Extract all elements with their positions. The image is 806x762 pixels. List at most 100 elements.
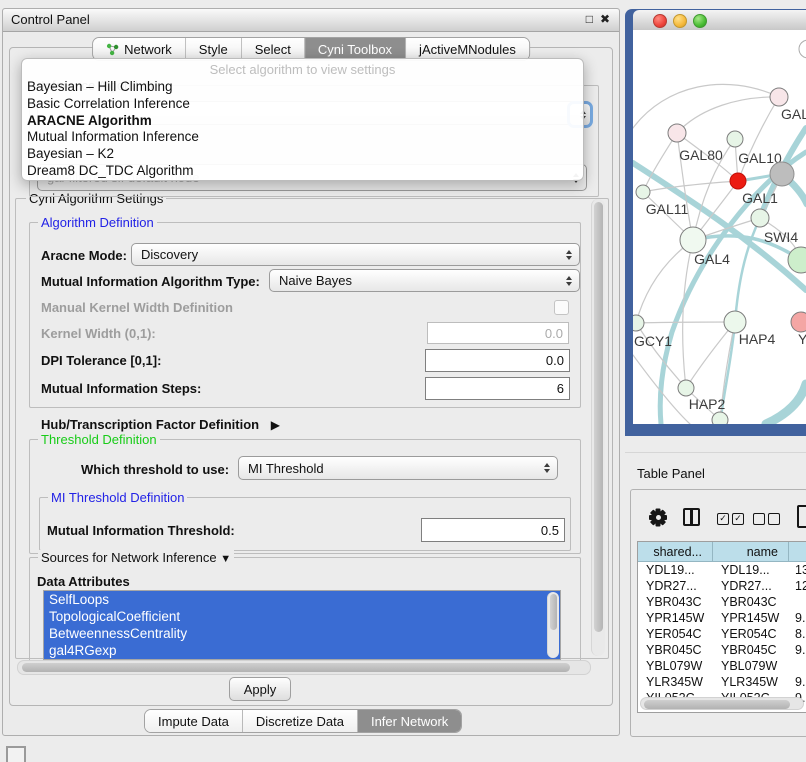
mi-type-combo[interactable]: Naive Bayes xyxy=(269,269,580,292)
node-label: GAL xyxy=(781,106,806,122)
manual-kernel-checkbox[interactable] xyxy=(554,300,569,315)
algorithm-option-list: Bayesian – Hill ClimbingBasic Correlatio… xyxy=(22,79,583,180)
table-row[interactable]: YBR043CYBR043C xyxy=(638,594,806,610)
collapsed-arrow-icon: ▶ xyxy=(271,418,280,432)
dpi-tolerance-field[interactable] xyxy=(425,349,570,372)
table-row[interactable]: YBL079WYBL079W xyxy=(638,658,806,674)
network-edge xyxy=(683,240,693,388)
tab-label: Style xyxy=(199,42,228,57)
table-hscrollbar-thumb[interactable] xyxy=(644,700,790,709)
algorithm-option[interactable]: Bayesian – K2 xyxy=(22,146,583,163)
network-node[interactable] xyxy=(636,185,650,199)
table-cell: YDL19... xyxy=(713,563,789,577)
select-all-checkboxes-icon[interactable]: ✓✓ xyxy=(717,513,744,525)
network-canvas[interactable]: GALGAL80GAL10GAL1SWI4GAL11GAL4GCY1HAP4YH… xyxy=(633,30,806,424)
tab-infer-network[interactable]: Infer Network xyxy=(358,710,461,732)
column-header[interactable]: name xyxy=(713,542,789,562)
network-node[interactable] xyxy=(680,227,706,253)
hub-definition-toggle[interactable]: Hub/Transcription Factor Definition ▶ xyxy=(41,417,280,432)
table-row[interactable]: YBR045CYBR045C9. xyxy=(638,642,806,658)
columns-icon[interactable] xyxy=(683,508,700,526)
tab-discretize-data[interactable]: Discretize Data xyxy=(243,710,358,732)
kernel-width-field[interactable] xyxy=(427,322,569,344)
close-traffic-light-icon[interactable] xyxy=(653,14,667,28)
panel-divider xyxy=(625,452,806,453)
network-node[interactable] xyxy=(712,412,728,424)
network-node[interactable] xyxy=(678,380,694,396)
table-hscrollbar[interactable] xyxy=(640,697,804,710)
aracne-mode-label: Aracne Mode: xyxy=(41,248,127,263)
algorithm-option[interactable]: Dream8 DC_TDC Algorithm xyxy=(22,163,583,180)
screen: Control Panel □ ✖ NetworkStyleSelectCyni… xyxy=(0,0,806,762)
sources-group-toggle[interactable]: Sources for Network Inference ▼ xyxy=(38,550,234,565)
settings-hscrollbar[interactable] xyxy=(17,660,591,675)
attribute-item-selected[interactable]: BetweennessCentrality xyxy=(44,625,560,642)
algorithm-option[interactable]: Mutual Information Inference xyxy=(22,129,583,146)
table-panel: ✓✓ shared...nameA YDL19...YDL19...13YDR2… xyxy=(630,489,806,737)
attribute-item-selected[interactable]: TopologicalCoefficient xyxy=(44,608,560,625)
zoom-traffic-light-icon[interactable] xyxy=(693,14,707,28)
aracne-mode-combo[interactable]: Discovery xyxy=(131,243,580,266)
attributes-scrollbar-thumb[interactable] xyxy=(550,594,557,630)
algorithm-option[interactable]: Basic Correlation Inference xyxy=(22,96,583,113)
close-icon[interactable]: ✖ xyxy=(600,12,610,26)
algorithm-option[interactable]: ARACNE Algorithm xyxy=(22,113,583,130)
network-node[interactable] xyxy=(791,312,806,332)
mi-threshold-field[interactable] xyxy=(421,518,565,542)
threshold-definition-title: Threshold Definition xyxy=(38,432,160,447)
attribute-item-selected[interactable]: gal4RGexp xyxy=(44,642,560,659)
tab-style[interactable]: Style xyxy=(186,38,242,60)
deselect-all-checkboxes-icon[interactable] xyxy=(753,513,780,525)
tab-label: Network xyxy=(124,42,172,57)
network-node[interactable] xyxy=(633,315,644,331)
table-row[interactable]: YLR345WYLR345W9. xyxy=(638,674,806,690)
network-icon xyxy=(106,43,119,56)
attributes-scrollbar[interactable] xyxy=(547,592,559,658)
manual-kernel-label: Manual Kernel Width Definition xyxy=(41,300,233,315)
tab-select[interactable]: Select xyxy=(242,38,305,60)
network-node[interactable] xyxy=(727,131,743,147)
network-node[interactable] xyxy=(788,247,806,273)
network-node[interactable] xyxy=(724,311,746,333)
settings-scrollbar[interactable] xyxy=(591,199,605,656)
apply-button[interactable]: Apply xyxy=(229,677,291,701)
table-cell: YPR145W xyxy=(638,611,713,625)
tab-network[interactable]: Network xyxy=(93,38,186,60)
tab-impute-data[interactable]: Impute Data xyxy=(145,710,243,732)
table-row[interactable]: YDR27...YDR27...12 xyxy=(638,578,806,594)
network-node[interactable] xyxy=(751,209,769,227)
table-row[interactable]: YDL19...YDL19...13 xyxy=(638,562,806,578)
tab-jactivemnodules[interactable]: jActiveMNodules xyxy=(406,38,529,60)
mi-steps-field[interactable] xyxy=(425,377,570,400)
attribute-item-selected[interactable]: SelfLoops xyxy=(44,591,560,608)
float-window-icon[interactable]: □ xyxy=(586,12,593,26)
network-node[interactable] xyxy=(668,124,686,142)
table-cell: YBL079W xyxy=(713,659,789,673)
network-edge xyxy=(643,181,738,192)
settings-hscrollbar-thumb[interactable] xyxy=(22,663,570,672)
gear-icon[interactable] xyxy=(649,508,667,526)
tab-cyni-toolbox[interactable]: Cyni Toolbox xyxy=(305,38,406,60)
network-node[interactable] xyxy=(770,162,794,186)
node-label: GAL1 xyxy=(742,190,778,206)
node-label: GAL80 xyxy=(679,147,723,163)
which-threshold-combo[interactable]: MI Threshold xyxy=(238,456,558,480)
network-node[interactable] xyxy=(770,88,788,106)
aracne-mode-value: Discovery xyxy=(141,247,198,262)
network-node[interactable] xyxy=(730,173,746,189)
column-header[interactable]: shared... xyxy=(638,542,713,562)
column-header[interactable]: A xyxy=(789,542,806,562)
table-row[interactable]: YPR145WYPR145W9. xyxy=(638,610,806,626)
minimize-traffic-light-icon[interactable] xyxy=(673,14,687,28)
kernel-width-label: Kernel Width (0,1): xyxy=(41,326,156,341)
network-edge xyxy=(677,97,779,133)
settings-scrollbar-thumb[interactable] xyxy=(594,202,603,632)
network-window-titlebar[interactable] xyxy=(633,10,806,31)
network-window[interactable]: GALGAL80GAL10GAL1SWI4GAL11GAL4GCY1HAP4YH… xyxy=(625,9,806,436)
algorithm-option[interactable]: Bayesian – Hill Climbing xyxy=(22,79,583,96)
document-icon[interactable] xyxy=(797,505,806,528)
network-node[interactable] xyxy=(799,40,806,58)
minimized-panel-icon[interactable] xyxy=(6,746,26,762)
table-cell: YER054C xyxy=(638,627,713,641)
table-row[interactable]: YER054CYER054C8. xyxy=(638,626,806,642)
